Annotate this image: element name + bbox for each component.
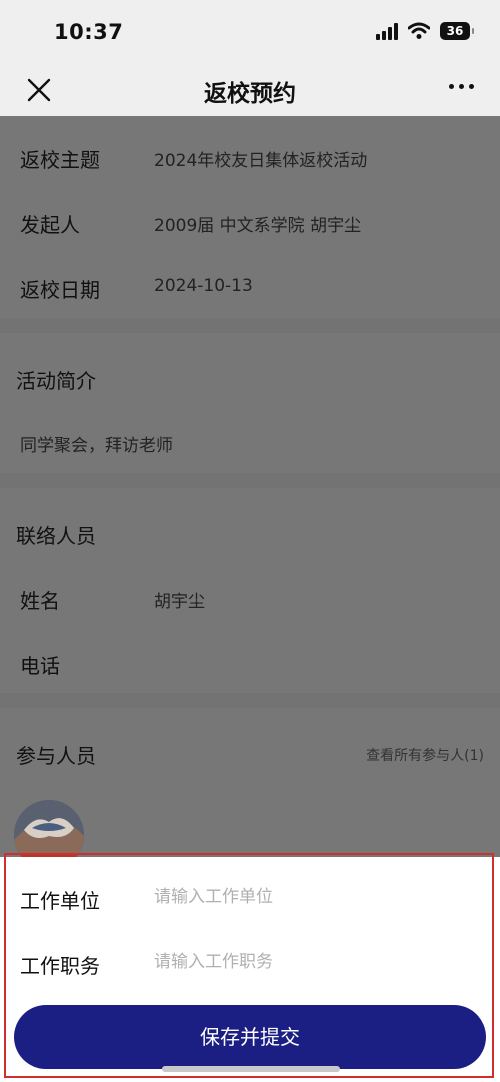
intro-title: 活动简介 — [16, 369, 96, 393]
status-bar: 10:37 36 — [0, 0, 500, 64]
more-options-icon[interactable] — [449, 84, 474, 89]
nav-bar: 返校预约 — [0, 64, 500, 116]
contact-card: 联络人员 姓名 胡宇尘 电话 — [0, 488, 500, 693]
intro-card: 活动简介 同学聚会，拜访老师 — [0, 333, 500, 473]
contact-name-value: 胡宇尘 — [154, 592, 205, 612]
contact-title: 联络人员 — [16, 524, 96, 548]
view-all-participants-link[interactable]: 查看所有参与人(1) — [366, 745, 484, 765]
organizer-value: 2009届 中文系学院 胡宇尘 — [154, 216, 362, 236]
participants-title: 参与人员 — [16, 744, 96, 768]
event-theme-value: 2024年校友日集体返校活动 — [154, 151, 368, 171]
return-date-value: 2024-10-13 — [154, 276, 253, 296]
event-info-card: 返校主题 2024年校友日集体返校活动 发起人 2009届 中文系学院 胡宇尘 … — [0, 116, 500, 318]
save-and-submit-button[interactable]: 保存并提交 — [14, 1005, 486, 1069]
page-title: 返校预约 — [204, 81, 296, 107]
return-date-label: 返校日期 — [20, 278, 100, 302]
cellular-signal-icon — [376, 22, 398, 40]
work-title-label: 工作职务 — [20, 954, 100, 978]
work-unit-label: 工作单位 — [20, 889, 100, 913]
status-time: 10:37 — [54, 20, 124, 44]
work-unit-input[interactable] — [154, 887, 454, 907]
home-indicator — [162, 1066, 340, 1072]
contact-name-label: 姓名 — [20, 589, 60, 613]
status-icons: 36 — [376, 22, 474, 40]
event-theme-label: 返校主题 — [20, 148, 100, 172]
battery-icon: 36 — [440, 22, 474, 40]
intro-text: 同学聚会，拜访老师 — [20, 436, 173, 456]
contact-phone-label: 电话 — [20, 654, 60, 678]
wifi-icon — [408, 22, 430, 39]
work-title-input[interactable] — [154, 952, 454, 972]
organizer-label: 发起人 — [20, 213, 80, 237]
